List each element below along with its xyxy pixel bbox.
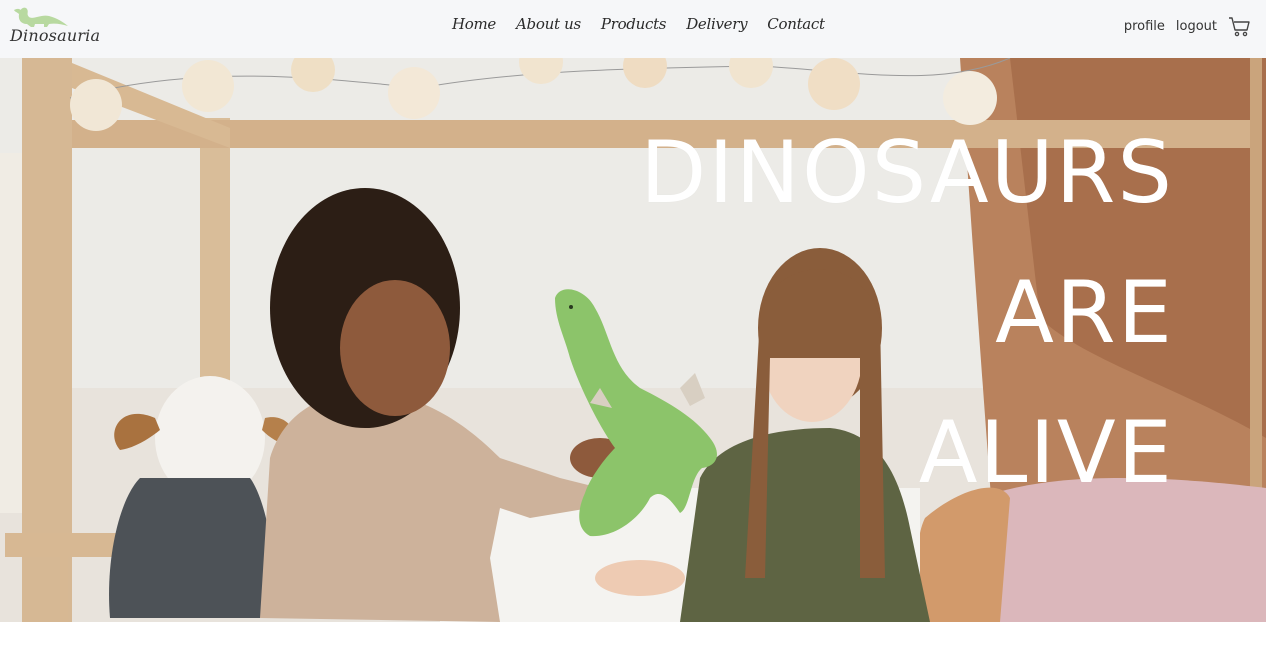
headline-line-2: ARE: [995, 263, 1174, 363]
headline-line-3: ALIVE: [918, 403, 1174, 503]
dinosaur-icon: [14, 7, 68, 28]
nav-about-us[interactable]: About us: [516, 15, 581, 33]
hero-banner: DINOSAURS ARE ALIVE: [0, 58, 1266, 622]
logout-link[interactable]: logout: [1176, 19, 1217, 34]
cart-icon[interactable]: [1228, 14, 1252, 38]
nav-contact[interactable]: Contact: [767, 15, 825, 33]
account-links: profile logout: [1124, 14, 1252, 38]
headline-line-1: DINOSAURS: [640, 123, 1174, 223]
profile-link[interactable]: profile: [1124, 19, 1165, 34]
nav-products[interactable]: Products: [601, 15, 667, 33]
hero-headline: DINOSAURS ARE ALIVE: [640, 103, 1174, 523]
nav-delivery[interactable]: Delivery: [686, 15, 747, 33]
brand-logo[interactable]: Dinosauria: [9, 2, 100, 52]
brand-name: Dinosauria: [10, 26, 101, 45]
nav-home[interactable]: Home: [452, 15, 496, 33]
site-header: Dinosauria Home About us Products Delive…: [0, 0, 1266, 58]
main-navigation: Home About us Products Delivery Contact: [452, 15, 825, 33]
